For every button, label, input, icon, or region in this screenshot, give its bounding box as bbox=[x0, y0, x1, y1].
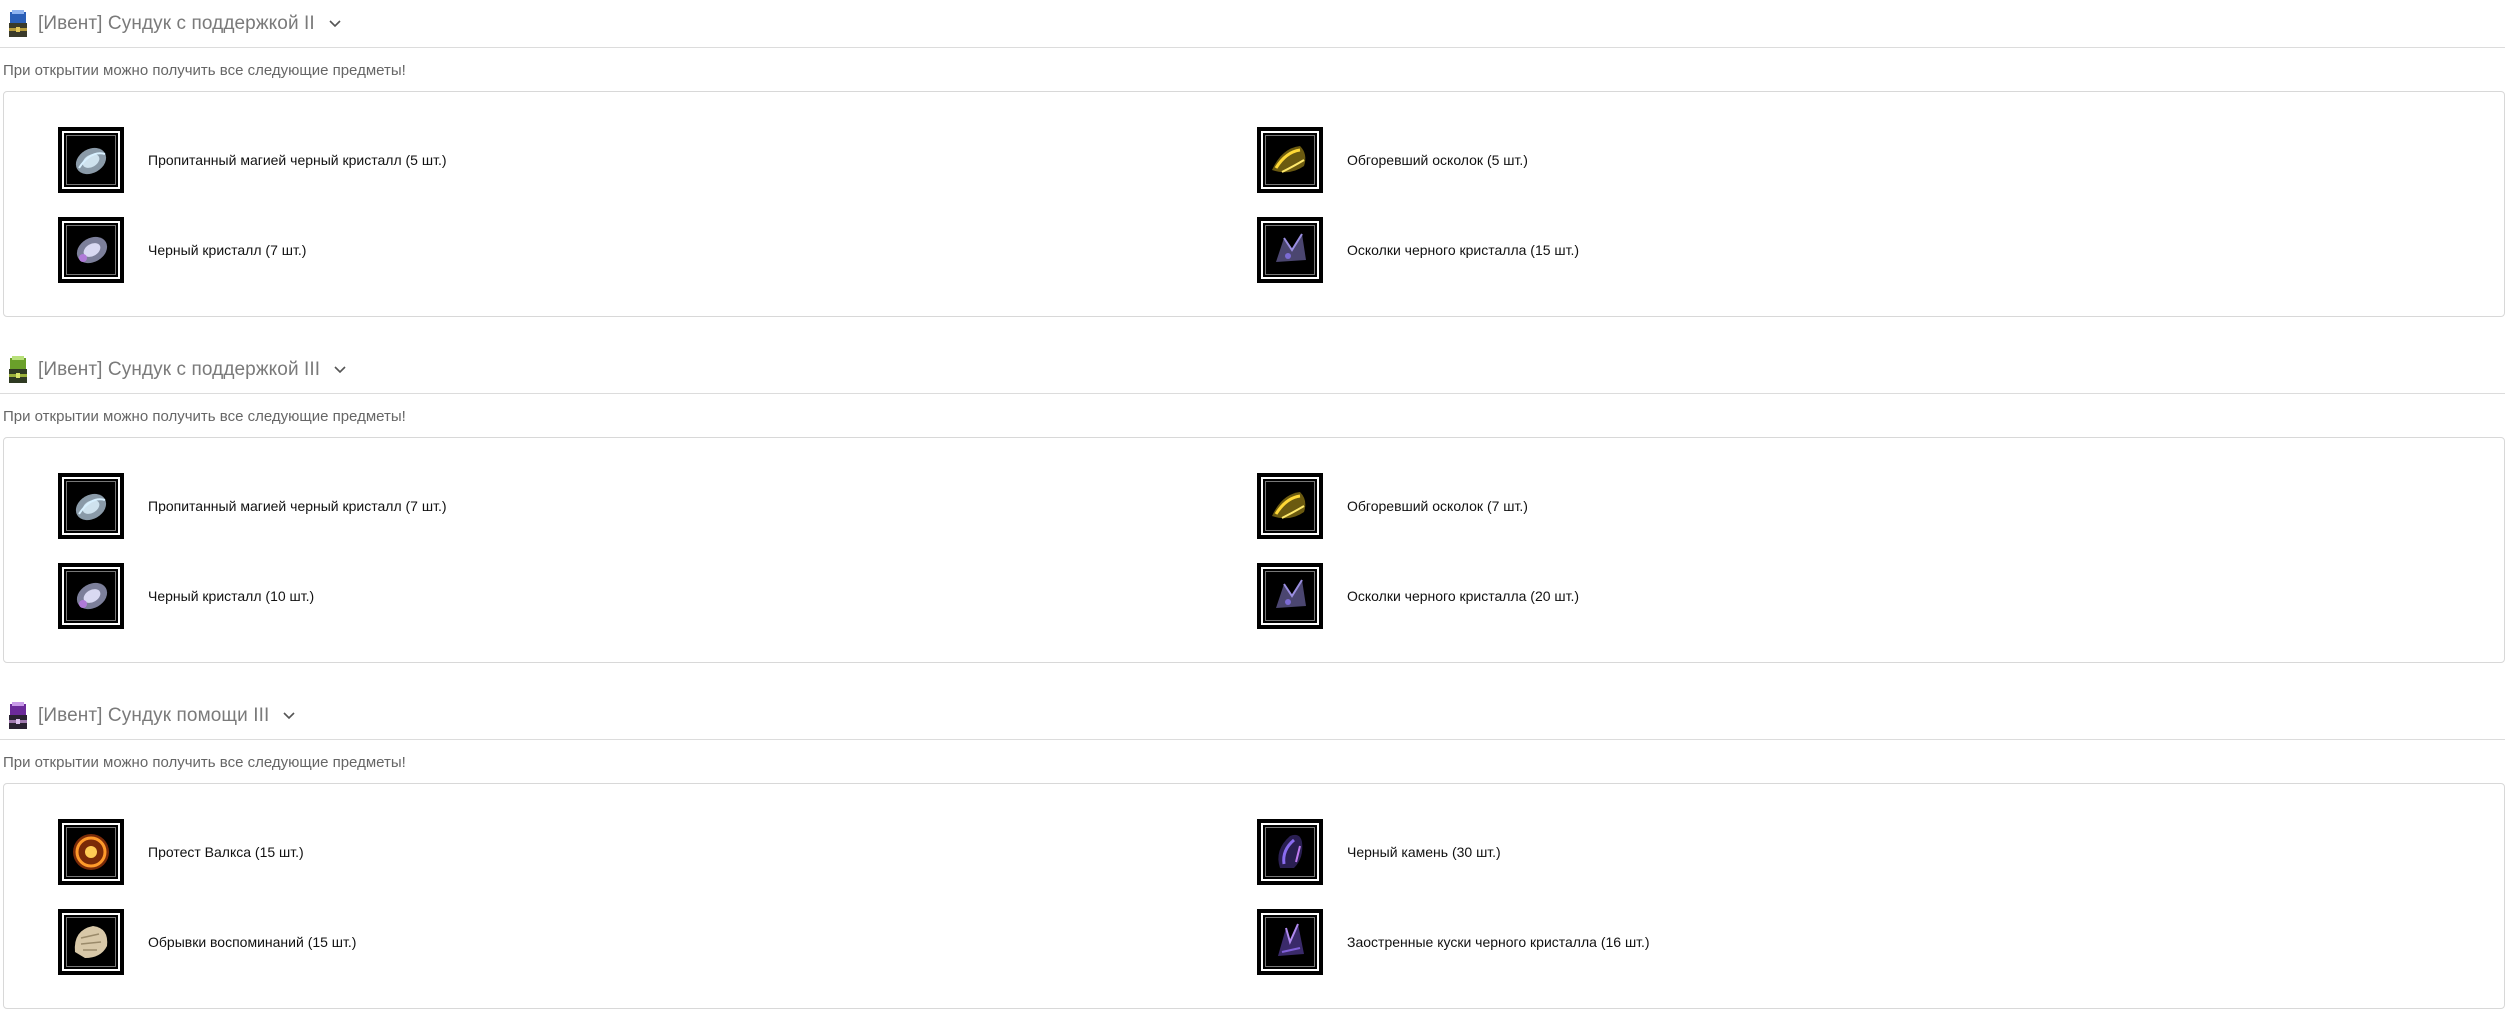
item-label: Осколки черного кристалла (20 шт.) bbox=[1347, 588, 1580, 604]
chevron-down-icon[interactable] bbox=[281, 708, 297, 724]
item[interactable]: Заостренные куски черного кристалла (16 … bbox=[1257, 909, 1650, 975]
chest-green-icon bbox=[6, 353, 30, 387]
item[interactable]: Пропитанный магией черный кристалл (5 шт… bbox=[58, 127, 447, 193]
section-subtitle: При открытии можно получить все следующи… bbox=[3, 62, 406, 79]
item[interactable]: Обрывки воспоминаний (15 шт.) bbox=[58, 909, 356, 975]
sharp-black-crystal-icon bbox=[1257, 909, 1323, 975]
black-stone-icon bbox=[1257, 819, 1323, 885]
items-box: Пропитанный магией черный кристалл (7 шт… bbox=[3, 437, 2505, 663]
section-title: [Ивент] Сундук помощи III bbox=[38, 704, 270, 726]
section-title: [Ивент] Сундук с поддержкой III bbox=[38, 358, 321, 380]
memory-fragments-icon bbox=[58, 909, 124, 975]
item[interactable]: Пропитанный магией черный кристалл (7 шт… bbox=[58, 473, 447, 539]
item-label: Черный камень (30 шт.) bbox=[1347, 844, 1501, 860]
item[interactable]: Обгоревший осколок (7 шт.) bbox=[1257, 473, 1528, 539]
items-box: Пропитанный магией черный кристалл (5 шт… bbox=[3, 91, 2505, 317]
item[interactable]: Осколки черного кристалла (20 шт.) bbox=[1257, 563, 1579, 629]
item[interactable]: Черный кристалл (7 шт.) bbox=[58, 217, 306, 283]
item-label: Пропитанный магией черный кристалл (5 шт… bbox=[148, 152, 447, 168]
item-label: Обгоревший осколок (7 шт.) bbox=[1347, 498, 1528, 514]
section-subtitle: При открытии можно получить все следующи… bbox=[3, 754, 406, 771]
burnt-shard-icon bbox=[1257, 127, 1323, 193]
item-label: Обгоревший осколок (5 шт.) bbox=[1347, 152, 1528, 168]
black-crystal-shards-icon bbox=[1257, 563, 1323, 629]
item-label: Черный кристалл (10 шт.) bbox=[148, 588, 315, 604]
burnt-shard-icon bbox=[1257, 473, 1323, 539]
item[interactable]: Протест Валкса (15 шт.) bbox=[58, 819, 304, 885]
page: [Ивент] Сундук с поддержкой II При откры… bbox=[0, 0, 2509, 1011]
valks-protest-icon bbox=[58, 819, 124, 885]
item[interactable]: Обгоревший осколок (5 шт.) bbox=[1257, 127, 1528, 193]
chest-blue-icon bbox=[6, 7, 30, 41]
chevron-down-icon[interactable] bbox=[327, 16, 343, 32]
chest-purple-icon bbox=[6, 699, 30, 733]
item-label: Пропитанный магией черный кристалл (7 шт… bbox=[148, 498, 447, 514]
section-header[interactable]: [Ивент] Сундук с поддержкой II bbox=[0, 0, 2505, 48]
black-crystal-icon bbox=[58, 217, 124, 283]
item[interactable]: Черный кристалл (10 шт.) bbox=[58, 563, 314, 629]
magic-black-crystal-icon bbox=[58, 473, 124, 539]
section-header[interactable]: [Ивент] Сундук с поддержкой III bbox=[0, 346, 2505, 394]
items-box: Протест Валкса (15 шт.) Черный камень (3… bbox=[3, 783, 2505, 1009]
item-label: Черный кристалл (7 шт.) bbox=[148, 242, 307, 258]
item-label: Протест Валкса (15 шт.) bbox=[148, 844, 304, 860]
item-label: Обрывки воспоминаний (15 шт.) bbox=[148, 934, 357, 950]
black-crystal-icon bbox=[58, 563, 124, 629]
item-label: Заостренные куски черного кристалла (16 … bbox=[1347, 934, 1650, 950]
section-subtitle: При открытии можно получить все следующи… bbox=[3, 408, 406, 425]
black-crystal-shards-icon bbox=[1257, 217, 1323, 283]
section-title: [Ивент] Сундук с поддержкой II bbox=[38, 12, 315, 34]
item-label: Осколки черного кристалла (15 шт.) bbox=[1347, 242, 1580, 258]
chevron-down-icon[interactable] bbox=[332, 362, 348, 378]
item[interactable]: Черный камень (30 шт.) bbox=[1257, 819, 1501, 885]
magic-black-crystal-icon bbox=[58, 127, 124, 193]
section-header[interactable]: [Ивент] Сундук помощи III bbox=[0, 692, 2505, 740]
item[interactable]: Осколки черного кристалла (15 шт.) bbox=[1257, 217, 1579, 283]
